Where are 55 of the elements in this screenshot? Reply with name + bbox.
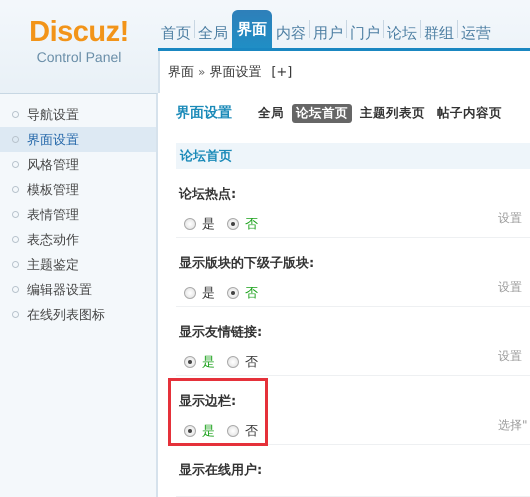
radio-button[interactable] xyxy=(227,218,239,230)
nav-tab[interactable]: 内容 xyxy=(273,14,309,48)
nav-tab[interactable]: 运营 xyxy=(458,14,494,48)
logo-text: Discuz! xyxy=(29,17,129,47)
breadcrumb-separator: » xyxy=(198,65,206,79)
sidebar-item[interactable]: 界面设置 xyxy=(0,127,156,152)
radio-label: 是 xyxy=(202,216,215,233)
sub-tab[interactable]: 论坛首页 xyxy=(292,104,352,123)
radio-button[interactable] xyxy=(184,218,196,230)
radio-label: 否 xyxy=(245,354,258,371)
sub-tab[interactable]: 全局 xyxy=(254,104,288,123)
sub-tab[interactable]: 主题列表页 xyxy=(356,104,429,123)
radio-label: 否 xyxy=(245,216,258,233)
setting-label: 显示在线用户: xyxy=(179,462,262,479)
radio-button[interactable] xyxy=(227,356,239,368)
radio-button[interactable] xyxy=(184,424,196,437)
nav-tab[interactable]: 门户 xyxy=(347,14,383,48)
radio-label: 是 xyxy=(202,422,215,440)
logo-subtitle: Control Panel xyxy=(36,49,122,65)
radio-button[interactable] xyxy=(227,286,239,299)
page-title: 界面设置 xyxy=(176,104,232,122)
sub-tab[interactable]: 帖子内容页 xyxy=(433,104,506,123)
section-title: 论坛首页 xyxy=(180,148,232,165)
sidebar-item[interactable]: 主题鉴定 xyxy=(0,252,156,277)
sidebar-item[interactable]: 在线列表图标 xyxy=(0,302,156,327)
radio-label: 否 xyxy=(245,284,258,302)
breadcrumb-current: 界面设置 xyxy=(209,64,262,81)
radio-label: 是 xyxy=(202,354,215,371)
breadcrumb-item[interactable]: 界面 xyxy=(168,63,194,81)
add-link[interactable]: [+] xyxy=(271,64,292,80)
setting-hint: 选择" xyxy=(498,416,528,434)
sidebar-item[interactable]: 模板管理 xyxy=(0,177,156,202)
sidebar-item[interactable]: 表态动作 xyxy=(0,227,156,252)
sidebar-item[interactable]: 表情管理 xyxy=(0,202,156,227)
radio-label: 否 xyxy=(245,422,258,440)
setting-label: 论坛热点: xyxy=(179,186,238,203)
nav-tab[interactable]: 论坛 xyxy=(384,14,420,48)
radio-button[interactable] xyxy=(227,424,239,437)
sidebar-item[interactable]: 风格管理 xyxy=(0,152,156,177)
setting-label: 显示边栏: xyxy=(179,392,238,410)
radio-button[interactable] xyxy=(184,356,196,368)
nav-tab[interactable]: 界面 xyxy=(232,10,272,48)
nav-tab[interactable]: 群组 xyxy=(421,14,457,48)
nav-tab[interactable]: 用户 xyxy=(310,14,346,48)
radio-button[interactable] xyxy=(184,286,196,299)
setting-hint: 设置 xyxy=(498,278,522,296)
radio-label: 是 xyxy=(202,284,215,302)
nav-tab[interactable]: 首页 xyxy=(158,14,194,48)
sidebar-item[interactable]: 编辑器设置 xyxy=(0,277,156,302)
setting-label: 显示版块的下级子版块: xyxy=(179,254,314,272)
setting-hint: 设置 xyxy=(498,348,522,365)
setting-label: 显示友情链接: xyxy=(179,324,262,341)
sidebar-item[interactable]: 导航设置 xyxy=(0,102,156,127)
setting-hint: 设置 xyxy=(498,210,522,227)
nav-tab[interactable]: 全局 xyxy=(195,14,231,48)
